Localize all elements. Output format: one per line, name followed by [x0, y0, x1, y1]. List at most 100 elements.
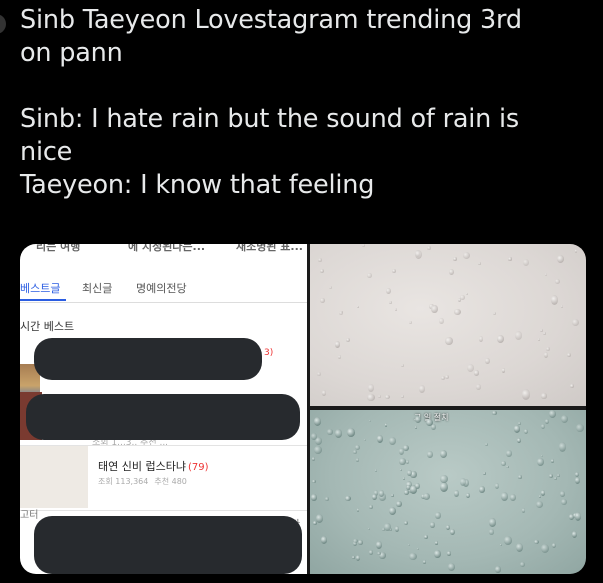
raindrop — [495, 565, 501, 573]
raindrop — [572, 318, 580, 326]
raindrop — [384, 522, 391, 532]
raindrop — [358, 539, 363, 546]
raindrop — [465, 493, 471, 499]
raindrop — [508, 257, 512, 261]
tab-hall-of-fame: 명예의전당 — [136, 282, 187, 295]
raindrop — [334, 429, 343, 438]
cut-text: 고터 — [20, 510, 39, 521]
section-title: 시간 베스트 — [20, 320, 75, 333]
board-tabs: 베스트글 최신글 명예의전당 — [20, 272, 307, 303]
tweet-line: on pann — [20, 38, 123, 68]
raindrop — [522, 258, 530, 267]
raindrop — [514, 425, 521, 433]
raindrop — [319, 268, 324, 273]
cut-off-header: 리는 여행 에 지정된다는... 재조명된 표... — [20, 244, 307, 260]
raindrop — [422, 560, 426, 564]
raindrop — [368, 419, 372, 423]
raindrop — [407, 544, 411, 547]
raindrop — [414, 249, 422, 259]
raindrop — [440, 474, 448, 483]
raindrop — [575, 476, 581, 484]
view-count: 조회 113,364 — [98, 477, 149, 486]
raindrop — [453, 490, 460, 498]
raindrop — [446, 524, 450, 530]
raindrop — [566, 352, 572, 358]
raindrop — [415, 415, 422, 423]
raindrop — [492, 312, 496, 316]
raindrop — [361, 244, 366, 248]
tweet-line: Sinb Taeyeon Lovestagram trending 3rd — [20, 5, 522, 35]
raindrop — [364, 438, 367, 441]
raindrop — [402, 476, 406, 480]
raindrop — [399, 468, 402, 471]
raindrop — [430, 522, 435, 528]
raindrop — [321, 536, 328, 544]
raindrop — [560, 304, 564, 308]
raindrop — [541, 393, 547, 399]
raindrop — [396, 500, 402, 508]
raindrop — [449, 528, 456, 536]
raindrop — [521, 508, 526, 514]
raindrop — [574, 512, 582, 522]
raindrop — [555, 278, 561, 285]
raindrop — [377, 552, 381, 556]
cut-text: 재조명된 표... — [236, 244, 303, 253]
raindrop — [447, 562, 456, 572]
raindrop — [504, 536, 513, 545]
raindrop — [522, 389, 530, 400]
raindrop — [371, 493, 377, 501]
raindrop — [368, 550, 373, 555]
raindrop — [354, 445, 360, 451]
raindrop — [434, 541, 439, 545]
raindrop — [337, 355, 342, 360]
raindrop — [545, 346, 550, 352]
raindrop — [478, 262, 481, 265]
raindrop — [446, 551, 452, 556]
raindrop — [516, 437, 521, 443]
raindrop — [335, 341, 341, 348]
raindrop — [473, 370, 480, 377]
raindrop — [395, 308, 398, 311]
raindrop — [520, 562, 525, 568]
avatar[interactable] — [0, 14, 6, 34]
raindrop — [548, 410, 557, 419]
raindrop — [403, 490, 409, 495]
raindrop — [313, 417, 322, 427]
raindrop — [376, 434, 384, 443]
raindrop — [355, 458, 359, 462]
raindrop — [401, 395, 405, 399]
pann-screenshot-image[interactable]: 리는 여행 에 지정된다는... 재조명된 표... 베스트글 최신글 명예의전… — [20, 244, 307, 574]
raindrop — [401, 363, 404, 367]
raindrop — [388, 300, 392, 305]
raindrop — [484, 357, 490, 364]
raindrop — [506, 465, 509, 468]
redaction-bar — [26, 394, 300, 440]
raindrop — [494, 483, 500, 489]
raindrop — [488, 529, 495, 535]
divider — [20, 510, 307, 511]
raindrop — [409, 552, 417, 561]
raindrop — [559, 441, 567, 453]
raindrop — [312, 479, 317, 484]
rain-window-image[interactable]: 그 일 절치 — [310, 410, 586, 574]
raindrop — [453, 256, 457, 261]
raindrop — [398, 458, 407, 466]
raindrop — [391, 493, 394, 497]
post-title-text: 태연 신비 럽스타냐 — [98, 460, 186, 473]
rain-window-image[interactable] — [310, 244, 586, 406]
raindrop — [560, 491, 565, 497]
tweet-media-grid[interactable]: 리는 여행 에 지정된다는... 재조명된 표... 베스트글 최신글 명예의전… — [20, 244, 586, 574]
raindrop — [329, 286, 333, 290]
tab-latest: 최신글 — [82, 282, 113, 295]
raindrop — [476, 384, 481, 390]
raindrop — [482, 472, 486, 475]
raindrop — [439, 481, 448, 493]
raindrop — [408, 321, 412, 325]
raindrop — [414, 482, 420, 489]
raindrop — [338, 310, 344, 316]
raindrop — [367, 394, 375, 401]
raindrop — [571, 531, 578, 539]
raindrop — [489, 518, 496, 527]
raindrop — [311, 456, 316, 461]
raindrop — [311, 493, 317, 502]
